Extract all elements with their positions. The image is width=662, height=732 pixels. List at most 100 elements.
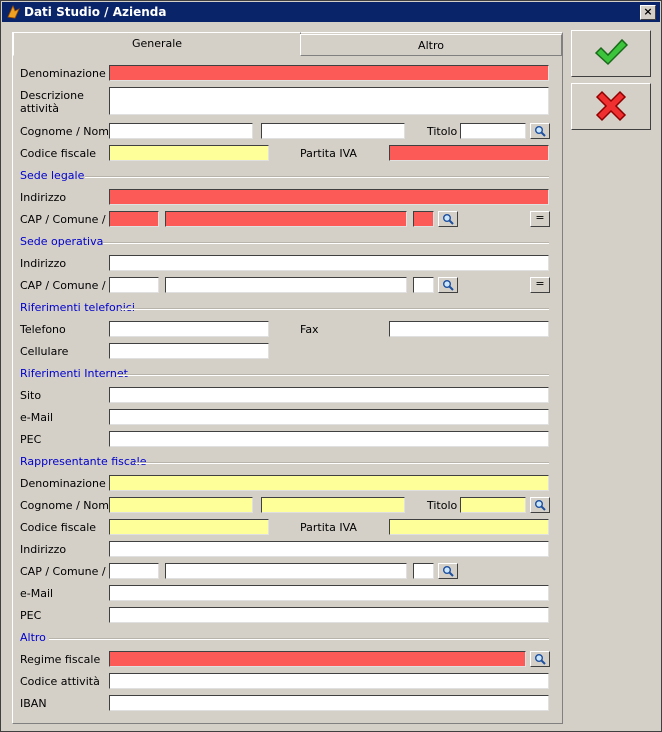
regime-fiscale-search-button[interactable] (530, 651, 550, 667)
denominazione-label: Denominazione (20, 67, 106, 80)
section-riferimenti-internet: Riferimenti Internet (20, 367, 128, 380)
copy-legale-button[interactable]: = (530, 211, 550, 227)
cap-legale-field[interactable] (109, 211, 159, 227)
search-icon (535, 654, 546, 665)
sito-label: Sito (20, 389, 42, 402)
app-icon (7, 5, 20, 19)
search-icon (443, 280, 454, 291)
section-divider (117, 374, 549, 376)
ok-button[interactable] (571, 30, 651, 77)
search-icon (443, 566, 454, 577)
partita-iva-label: Partita IVA (300, 147, 357, 160)
section-divider (121, 308, 549, 310)
section-sede-operativa: Sede operativa (20, 235, 104, 248)
iban-field[interactable] (109, 695, 549, 711)
rapp-codice-fiscale-label: Codice fiscale (20, 521, 97, 534)
section-divider (103, 242, 549, 244)
cognome-field[interactable] (109, 123, 253, 139)
nome-field[interactable] (261, 123, 405, 139)
rapp-partita-iva-field[interactable] (389, 519, 549, 535)
close-button[interactable]: × (640, 5, 656, 20)
denominazione-field[interactable] (109, 65, 549, 81)
section-divider (135, 462, 549, 464)
rapp-codice-fiscale-field[interactable] (109, 519, 269, 535)
section-sede-legale: Sede legale (20, 169, 85, 182)
regime-fiscale-field[interactable] (109, 651, 526, 667)
rapp-partita-iva-label: Partita IVA (300, 521, 357, 534)
cap-operativa-field[interactable] (109, 277, 159, 293)
descrizione-label: Descrizione attività (20, 89, 84, 115)
section-divider (85, 176, 549, 178)
email-label: e-Mail (20, 411, 54, 424)
cellulare-label: Cellulare (20, 345, 69, 358)
codice-fiscale-label: Codice fiscale (20, 147, 97, 160)
cancel-button[interactable] (571, 83, 651, 130)
section-rappresentante-fiscale: Rappresentante fiscale (20, 455, 147, 468)
title-bar: Dati Studio / Azienda × (2, 2, 660, 22)
pec-field[interactable] (109, 431, 549, 447)
rapp-comune-field[interactable] (165, 563, 407, 579)
rapp-denominazione-field[interactable] (109, 475, 549, 491)
partita-iva-field[interactable] (389, 145, 549, 161)
cellulare-field[interactable] (109, 343, 269, 359)
fax-field[interactable] (389, 321, 549, 337)
iban-label: IBAN (20, 697, 47, 710)
section-divider (49, 638, 549, 640)
rapp-titolo-field[interactable] (460, 497, 526, 513)
regime-fiscale-label: Regime fiscale (20, 653, 101, 666)
pec-label: PEC (20, 433, 42, 446)
rapp-cognome-field[interactable] (109, 497, 253, 513)
copy-operativa-button[interactable]: = (530, 277, 550, 293)
rapp-denominazione-label: Denominazione (20, 477, 106, 490)
titolo-search-button[interactable] (530, 123, 550, 139)
window-title: Dati Studio / Azienda (24, 5, 167, 19)
indirizzo-operativa-label: Indirizzo (20, 257, 67, 270)
rapp-indirizzo-field[interactable] (109, 541, 549, 557)
tab-generale[interactable]: Generale (13, 32, 301, 56)
codice-attivita-label: Codice attività (20, 675, 100, 688)
titolo-label: Titolo (427, 125, 458, 138)
rapp-cap-label: CAP / Comune / PR (20, 565, 109, 578)
cap-operativa-label: CAP / Comune / PR (20, 279, 109, 292)
pr-legale-field[interactable] (413, 211, 434, 227)
rapp-titolo-label: Titolo (427, 499, 458, 512)
indirizzo-legale-field[interactable] (109, 189, 549, 205)
pr-operativa-field[interactable] (413, 277, 434, 293)
rapp-pec-label: PEC (20, 609, 42, 622)
comune-legale-search-button[interactable] (438, 211, 458, 227)
telefono-label: Telefono (20, 323, 66, 336)
search-icon (535, 126, 546, 137)
rapp-titolo-search-button[interactable] (530, 497, 550, 513)
titolo-field[interactable] (460, 123, 526, 139)
search-icon (443, 214, 454, 225)
form-panel: Generale Altro Denominazione Descrizione… (12, 32, 563, 724)
search-icon (535, 500, 546, 511)
codice-attivita-field[interactable] (109, 673, 549, 689)
dialog-window: Dati Studio / Azienda × Generale Altro D… (0, 0, 662, 732)
descrizione-field[interactable] (109, 87, 549, 115)
rapp-email-field[interactable] (109, 585, 549, 601)
rapp-cap-field[interactable] (109, 563, 159, 579)
rapp-pr-field[interactable] (413, 563, 434, 579)
comune-legale-field[interactable] (165, 211, 407, 227)
rapp-email-label: e-Mail (20, 587, 54, 600)
comune-operativa-field[interactable] (165, 277, 407, 293)
cognome-nome-label: Cognome / Nome (20, 125, 116, 138)
email-field[interactable] (109, 409, 549, 425)
rapp-nome-field[interactable] (261, 497, 405, 513)
indirizzo-operativa-field[interactable] (109, 255, 549, 271)
rapp-comune-search-button[interactable] (438, 563, 458, 579)
comune-operativa-search-button[interactable] (438, 277, 458, 293)
section-altro: Altro (20, 631, 46, 644)
telefono-field[interactable] (109, 321, 269, 337)
codice-fiscale-field[interactable] (109, 145, 269, 161)
rapp-indirizzo-label: Indirizzo (20, 543, 67, 556)
tab-altro[interactable]: Altro (300, 34, 562, 56)
sito-field[interactable] (109, 387, 549, 403)
cross-icon (595, 90, 627, 122)
rapp-cognome-nome-label: Cognome / Nome (20, 499, 116, 512)
fax-label: Fax (300, 323, 319, 336)
checkmark-icon (594, 38, 628, 66)
indirizzo-legale-label: Indirizzo (20, 191, 67, 204)
rapp-pec-field[interactable] (109, 607, 549, 623)
